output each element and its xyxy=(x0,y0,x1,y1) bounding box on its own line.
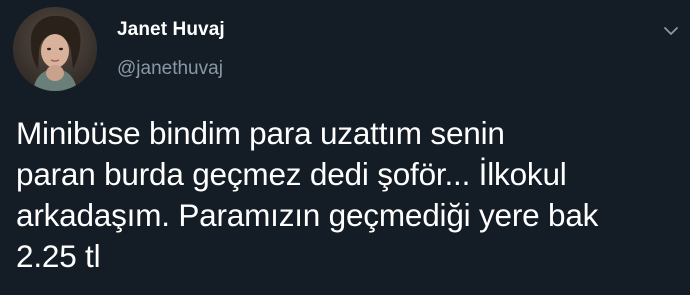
author-name[interactable]: Janet Huvaj xyxy=(117,19,225,41)
tweet-text: Minibüse bindim para uzattım senin paran… xyxy=(16,115,599,274)
profile-photo-icon xyxy=(13,7,97,91)
avatar[interactable] xyxy=(13,7,97,91)
author-handle[interactable]: @janethuvaj xyxy=(117,58,223,80)
tweet-card: Janet Huvaj @janethuvaj Minibüse bindim … xyxy=(0,0,690,295)
chevron-down-icon[interactable] xyxy=(662,22,680,40)
